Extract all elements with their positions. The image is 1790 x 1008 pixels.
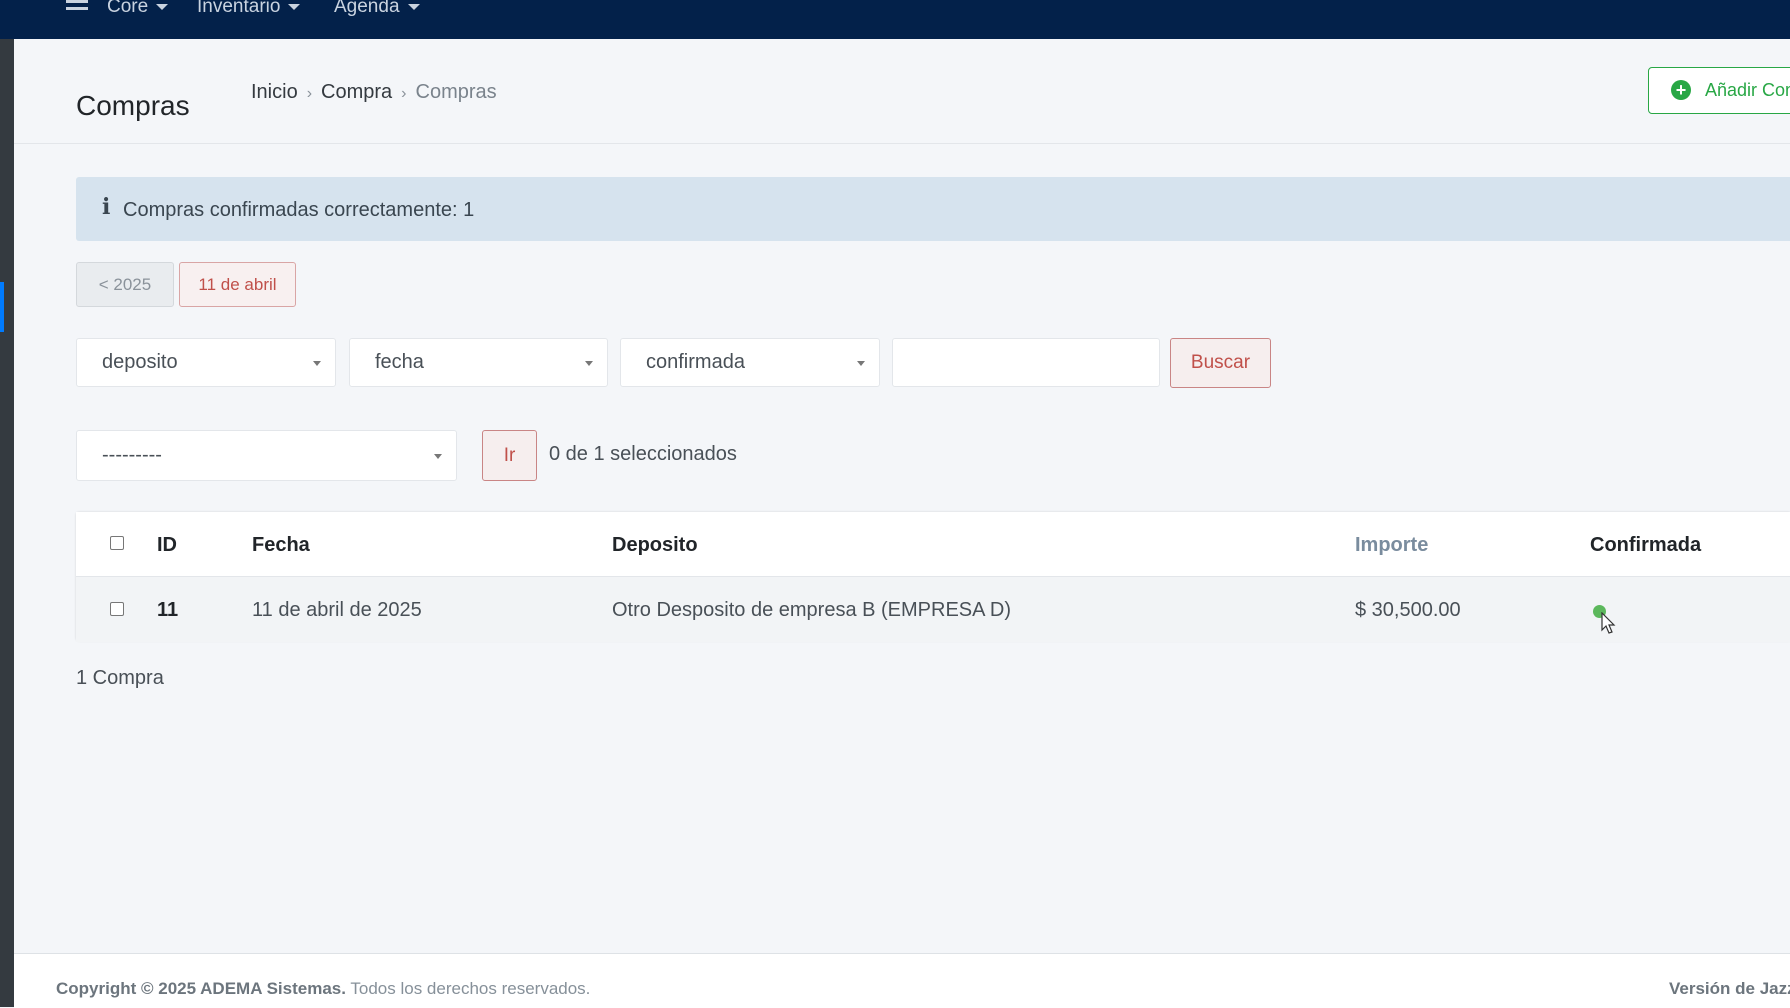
chevron-down-icon (156, 3, 169, 10)
result-count: 1 Compra (76, 667, 164, 689)
row-id-link[interactable]: 11 (157, 599, 178, 622)
column-header-id[interactable]: ID (157, 534, 177, 557)
column-header-importe[interactable]: Importe (1355, 534, 1428, 557)
select-value: deposito (102, 351, 178, 373)
select-value: --------- (102, 444, 162, 466)
select-value: fecha (375, 351, 424, 373)
add-compra-label: Añadir Compra (1705, 80, 1790, 100)
sidebar-active-indicator (0, 282, 4, 332)
row-checkbox[interactable] (110, 602, 124, 616)
chevron-down-icon (288, 3, 301, 10)
breadcrumb: Inicio › Compra › Compras (251, 82, 497, 104)
info-icon: i (102, 194, 111, 220)
nav-item-label: Core (107, 0, 149, 17)
breadcrumb-current: Compras (415, 81, 497, 103)
breadcrumb-separator-icon: › (306, 85, 313, 102)
nav-item-agenda[interactable]: Agenda (334, 0, 420, 17)
dropdown-arrow-icon (313, 361, 321, 366)
breadcrumb-separator-icon: › (401, 85, 407, 102)
filter-deposito-select[interactable]: deposito (76, 338, 336, 387)
alert-message: Compras confirmadas correctamente: 1 (123, 199, 475, 221)
menu-toggle-icon[interactable] (66, 0, 88, 14)
success-alert: i Compras confirmadas correctamente: 1 (76, 177, 1790, 241)
dropdown-arrow-icon (434, 454, 442, 459)
sidebar-collapsed (0, 0, 14, 1007)
nav-item-core[interactable]: Core (107, 0, 169, 17)
breadcrumb-link-compra[interactable]: Compra (321, 81, 392, 103)
column-header-fecha[interactable]: Fecha (252, 534, 310, 557)
breadcrumb-link-inicio[interactable]: Inicio (251, 81, 298, 103)
search-button[interactable]: Buscar (1170, 338, 1271, 388)
plus-circle-icon: + (1671, 79, 1691, 100)
row-importe: $ 30,500.00 (1355, 599, 1461, 621)
nav-item-label: Agenda (334, 0, 400, 17)
filter-fecha-select[interactable]: fecha (349, 338, 608, 387)
bulk-action-select[interactable]: --------- (76, 430, 457, 481)
select-all-checkbox[interactable] (110, 536, 124, 550)
footer-copyright: Copyright © 2025 ADEMA Sistemas. Todos l… (56, 979, 590, 999)
add-compra-button[interactable]: + Añadir Compra (1648, 67, 1790, 114)
filter-confirmada-select[interactable]: confirmada (620, 338, 880, 387)
page-title: Compras (76, 90, 190, 121)
dropdown-arrow-icon (857, 361, 865, 366)
footer-version: Versión de Jazzmin (1669, 979, 1790, 998)
row-deposito: Otro Desposito de empresa B (EMPRESA D) (612, 599, 1012, 621)
select-value: confirmada (646, 351, 745, 373)
search-input[interactable] (892, 338, 1160, 387)
column-header-deposito[interactable]: Deposito (612, 534, 698, 557)
selection-counter: 0 de 1 seleccionados (549, 443, 737, 465)
page-footer: Copyright © 2025 ADEMA Sistemas. Todos l… (14, 953, 1790, 1008)
table-row: 11 11 de abril de 2025 Otro Desposito de… (76, 576, 1790, 642)
date-current-link[interactable]: 11 de abril (179, 262, 296, 307)
nav-item-label: Inventario (197, 0, 281, 17)
footer-rights: Todos los derechos reservados. (350, 979, 591, 998)
column-header-confirmada[interactable]: Confirmada (1590, 534, 1701, 557)
table-header-row: ID Fecha Deposito Importe Confirmada (76, 512, 1790, 576)
mouse-cursor-icon (1601, 612, 1616, 634)
footer-brand: Copyright © 2025 ADEMA Sistemas. (56, 979, 346, 998)
top-navbar: Core Inventario Agenda (0, 0, 1790, 39)
chevron-down-icon (407, 3, 420, 10)
date-prev-year-link[interactable]: < 2025 (76, 262, 174, 307)
row-fecha: 11 de abril de 2025 (252, 599, 422, 621)
results-table: ID Fecha Deposito Importe Confirmada 11 … (76, 512, 1790, 642)
run-action-button[interactable]: Ir (482, 430, 537, 481)
dropdown-arrow-icon (585, 361, 593, 366)
nav-item-inventario[interactable]: Inventario (197, 0, 301, 17)
